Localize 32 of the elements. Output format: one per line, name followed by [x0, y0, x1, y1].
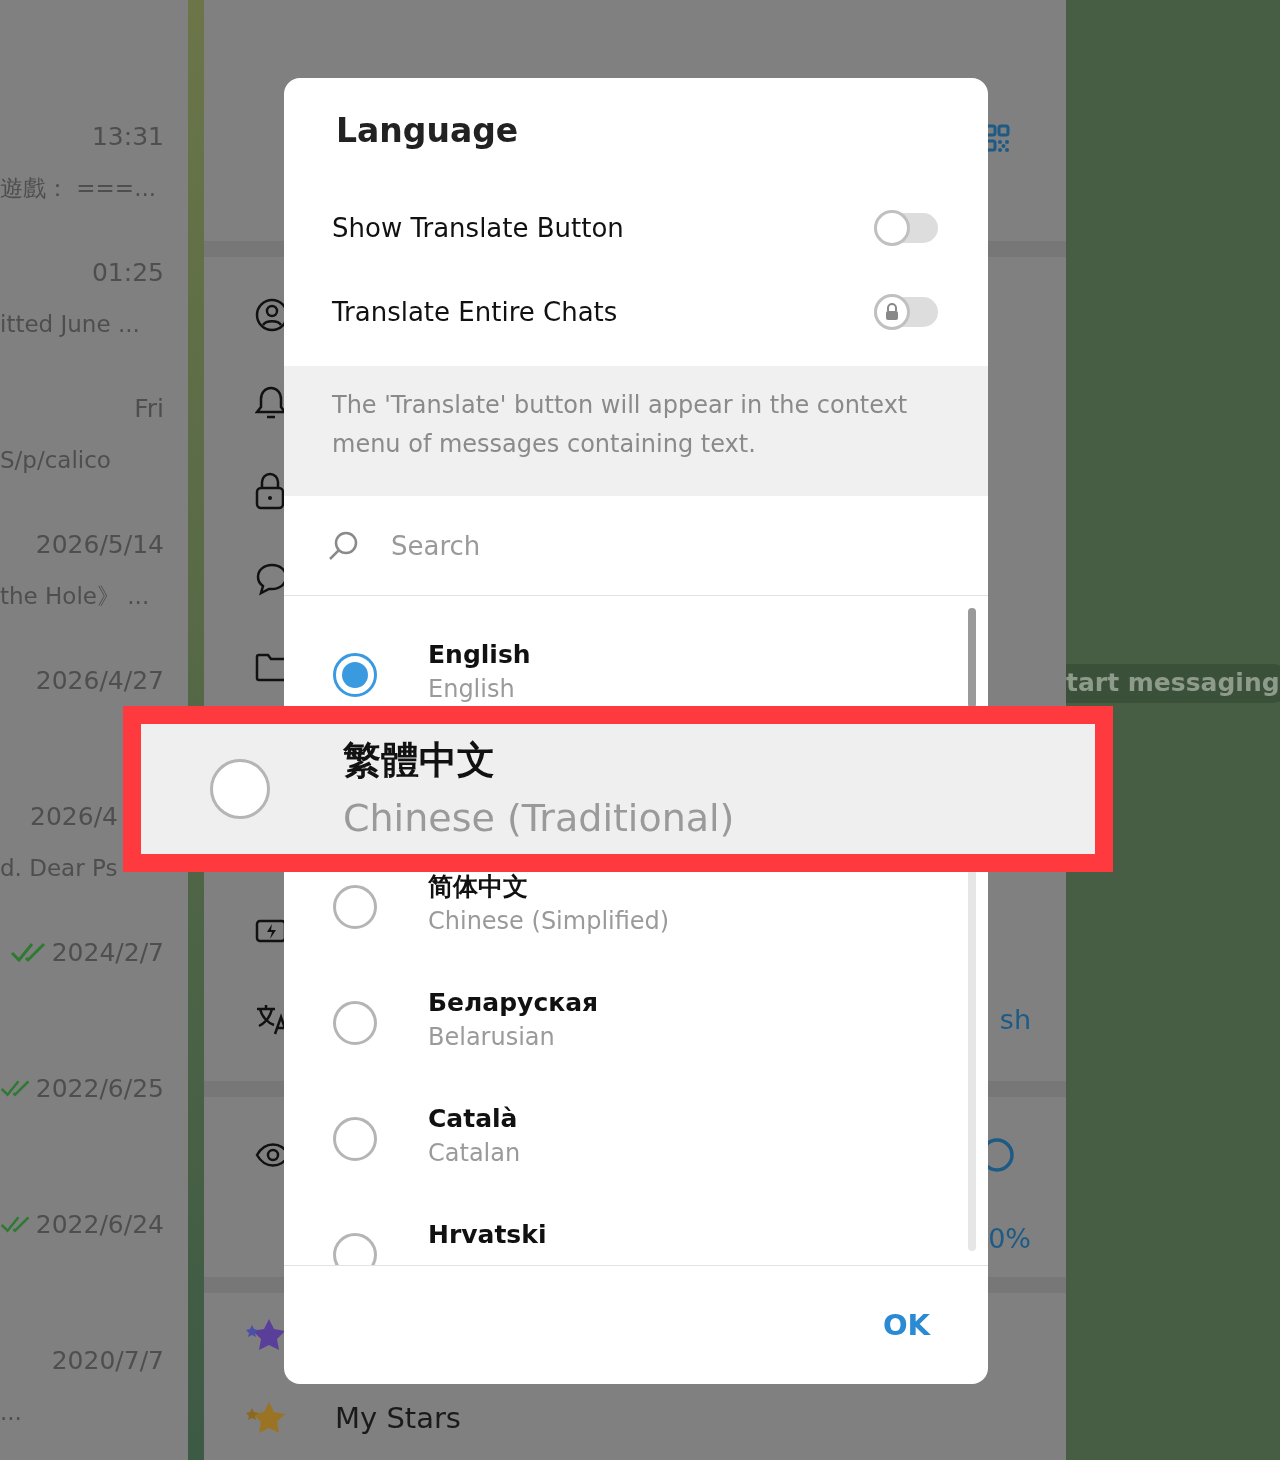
radio-button[interactable]: [333, 1233, 377, 1265]
language-name[interactable]: Hrvatski: [428, 1219, 547, 1251]
search-field[interactable]: Search: [389, 529, 693, 562]
search-icon: [327, 529, 359, 562]
radio-button[interactable]: [210, 759, 270, 819]
language-english-name: Chinese (Simplified): [428, 906, 670, 937]
language-name[interactable]: Беларуская: [428, 987, 599, 1019]
toggle-switch[interactable]: [874, 213, 938, 243]
toggle-label: Translate Entire Chats: [332, 297, 618, 327]
toggle-label: Show Translate Button: [332, 213, 624, 243]
menu-item[interactable]: My Stars: [335, 1401, 461, 1436]
chat-preview: ...: [0, 1398, 23, 1427]
row-value: 0%: [988, 1222, 1031, 1254]
language-english-name: Belarusian: [428, 1022, 556, 1053]
info-text: The 'Translate' button will appear in the context menu of messages containing text.: [284, 366, 988, 496]
language-name[interactable]: 繁體中文: [343, 731, 735, 789]
lock-icon: [255, 472, 285, 511]
language-name[interactable]: English: [428, 639, 531, 671]
row-value: sh: [999, 1003, 1031, 1035]
radio-button[interactable]: [333, 1117, 377, 1161]
language-name[interactable]: Català: [428, 1103, 521, 1135]
empty-chat-hint: tart messaging: [1066, 664, 1280, 703]
ok-button[interactable]: OK: [874, 1302, 938, 1348]
dialog-title: Language: [335, 110, 520, 152]
radio-button[interactable]: [333, 653, 377, 697]
radio-button[interactable]: [333, 1001, 377, 1045]
language-english-name: English: [428, 674, 516, 705]
language-name[interactable]: 简体中文: [428, 871, 670, 903]
language-english-name: Chinese (Traditional): [343, 795, 735, 842]
toggle-switch[interactable]: [874, 297, 938, 327]
language-english-name: Catalan: [428, 1138, 521, 1169]
radio-button[interactable]: [333, 885, 377, 929]
